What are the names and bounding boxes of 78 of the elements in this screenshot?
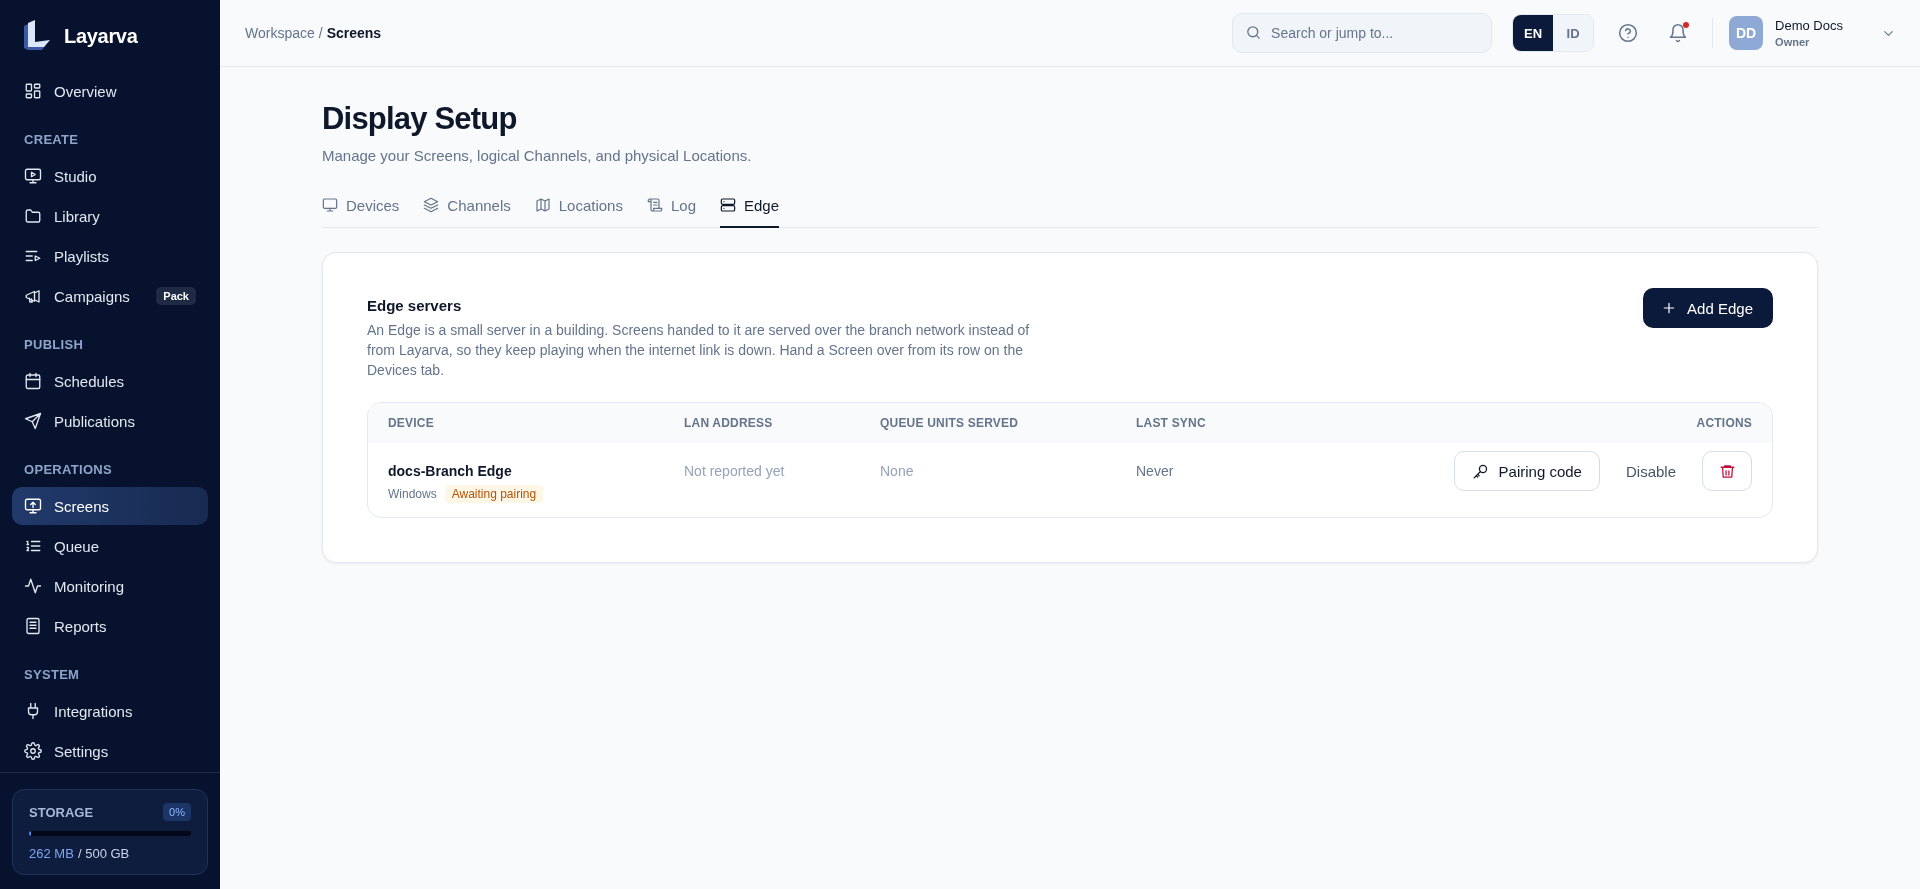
- column-header: DEVICE: [388, 416, 435, 430]
- avatar: DD: [1729, 16, 1764, 50]
- column-header: LAST SYNC: [1136, 416, 1207, 430]
- tab[interactable]: Log: [646, 184, 696, 228]
- disable-button[interactable]: Disable: [1611, 462, 1690, 480]
- table-cell-text: Never: [1136, 463, 1175, 479]
- monitor-icon: [322, 197, 338, 213]
- sidebar-item[interactable]: Playlists: [12, 237, 208, 275]
- tab[interactable]: Edge: [720, 184, 780, 228]
- language-option[interactable]: ID: [1553, 15, 1594, 51]
- search-icon: [1245, 24, 1263, 41]
- add-edge-button[interactable]: Add Edge: [1643, 288, 1773, 328]
- storage-used: 262 MB: [29, 846, 74, 861]
- monitor-play-icon: [24, 167, 42, 185]
- pack-badge: Pack: [156, 287, 196, 305]
- status-badge: Awaiting pairing: [444, 485, 544, 503]
- sidebar-item[interactable]: Campaigns Pack: [12, 277, 208, 315]
- layers-icon: [423, 197, 440, 213]
- user-role: Owner: [1775, 36, 1810, 48]
- bell-icon: [1668, 23, 1689, 43]
- delete-button[interactable]: [1702, 451, 1752, 491]
- nav-section-heading: SYSTEM: [23, 667, 81, 682]
- help-icon: [1618, 23, 1639, 43]
- megaphone-icon: [24, 287, 42, 305]
- sidebar-item[interactable]: Screens: [12, 487, 208, 525]
- sidebar-item[interactable]: Settings: [12, 732, 208, 770]
- table-cell-text: Not reported yet: [684, 463, 786, 479]
- table-cell-text: None: [880, 463, 915, 479]
- card-description: An Edge is a small server in a building. Screens handed to it are served over the branch network instead of from Layarva, so they keep playing when the internet link is down. Hand a Screen over from its row on the Devices tab.: [367, 321, 1031, 380]
- activity-icon: [24, 577, 42, 595]
- tab[interactable]: Devices: [322, 184, 400, 228]
- sidebar-item[interactable]: Overview: [12, 72, 208, 110]
- device-name: docs-Branch Edge: [388, 463, 513, 479]
- sidebar-item[interactable]: Monitoring: [12, 567, 208, 605]
- card-title: Edge servers: [367, 297, 463, 314]
- scroll-icon: [646, 197, 663, 213]
- breadcrumb-link[interactable]: Workspace: [245, 25, 315, 41]
- tab[interactable]: Locations: [534, 184, 623, 228]
- map-icon: [534, 197, 551, 213]
- breadcrumb-current: Screens: [326, 25, 382, 41]
- sidebar-item[interactable]: Reports: [12, 607, 208, 645]
- column-header: QUEUE UNITS SERVED: [880, 416, 1020, 430]
- column-header: ACTIONS: [1696, 416, 1752, 430]
- language-option[interactable]: EN: [1513, 15, 1554, 51]
- storage-percent: 0%: [163, 803, 191, 821]
- logo-icon: [22, 20, 52, 52]
- monitor-upload-icon: [24, 497, 42, 515]
- brand-name: Layarva: [64, 24, 138, 48]
- sidebar-item[interactable]: Schedules: [12, 362, 208, 400]
- storage-capacity: / 500 GB: [78, 846, 130, 861]
- folder-icon: [24, 207, 42, 225]
- pairing-code-button[interactable]: Pairing code: [1453, 451, 1600, 491]
- page-subtitle: Manage your Screens, logical Channels, and physical Locations.: [322, 147, 753, 164]
- storage-label: STORAGE: [29, 804, 94, 820]
- nav-section-heading: PUBLISH: [23, 337, 85, 352]
- key-icon: [1471, 462, 1489, 480]
- trash-icon: [1718, 462, 1736, 480]
- device-platform: Windows: [388, 487, 437, 501]
- nav-section-heading: OPERATIONS: [23, 462, 113, 477]
- breadcrumb-separator: /: [318, 25, 323, 41]
- calendar-icon: [24, 372, 42, 390]
- page-title: Display Setup: [322, 101, 518, 137]
- server-icon: [720, 197, 736, 213]
- sidebar-item[interactable]: Integrations: [12, 692, 208, 730]
- nav-section-heading: CREATE: [23, 132, 80, 147]
- send-icon: [24, 412, 42, 430]
- sidebar-item[interactable]: Library: [12, 197, 208, 235]
- tab[interactable]: Channels: [423, 184, 511, 228]
- sidebar-item[interactable]: Studio: [12, 157, 208, 195]
- settings-icon: [24, 742, 42, 760]
- sidebar-item[interactable]: Queue: [12, 527, 208, 565]
- grid-icon: [24, 82, 42, 100]
- user-menu[interactable]: DD Demo Docs Owner: [1729, 16, 1896, 50]
- sidebar-item[interactable]: Publications: [12, 402, 208, 440]
- search-field[interactable]: Search or jump to...: [1232, 13, 1493, 53]
- document-icon: [24, 617, 42, 635]
- user-name: Demo Docs: [1775, 18, 1843, 33]
- column-header: LAN ADDRESS: [684, 416, 774, 430]
